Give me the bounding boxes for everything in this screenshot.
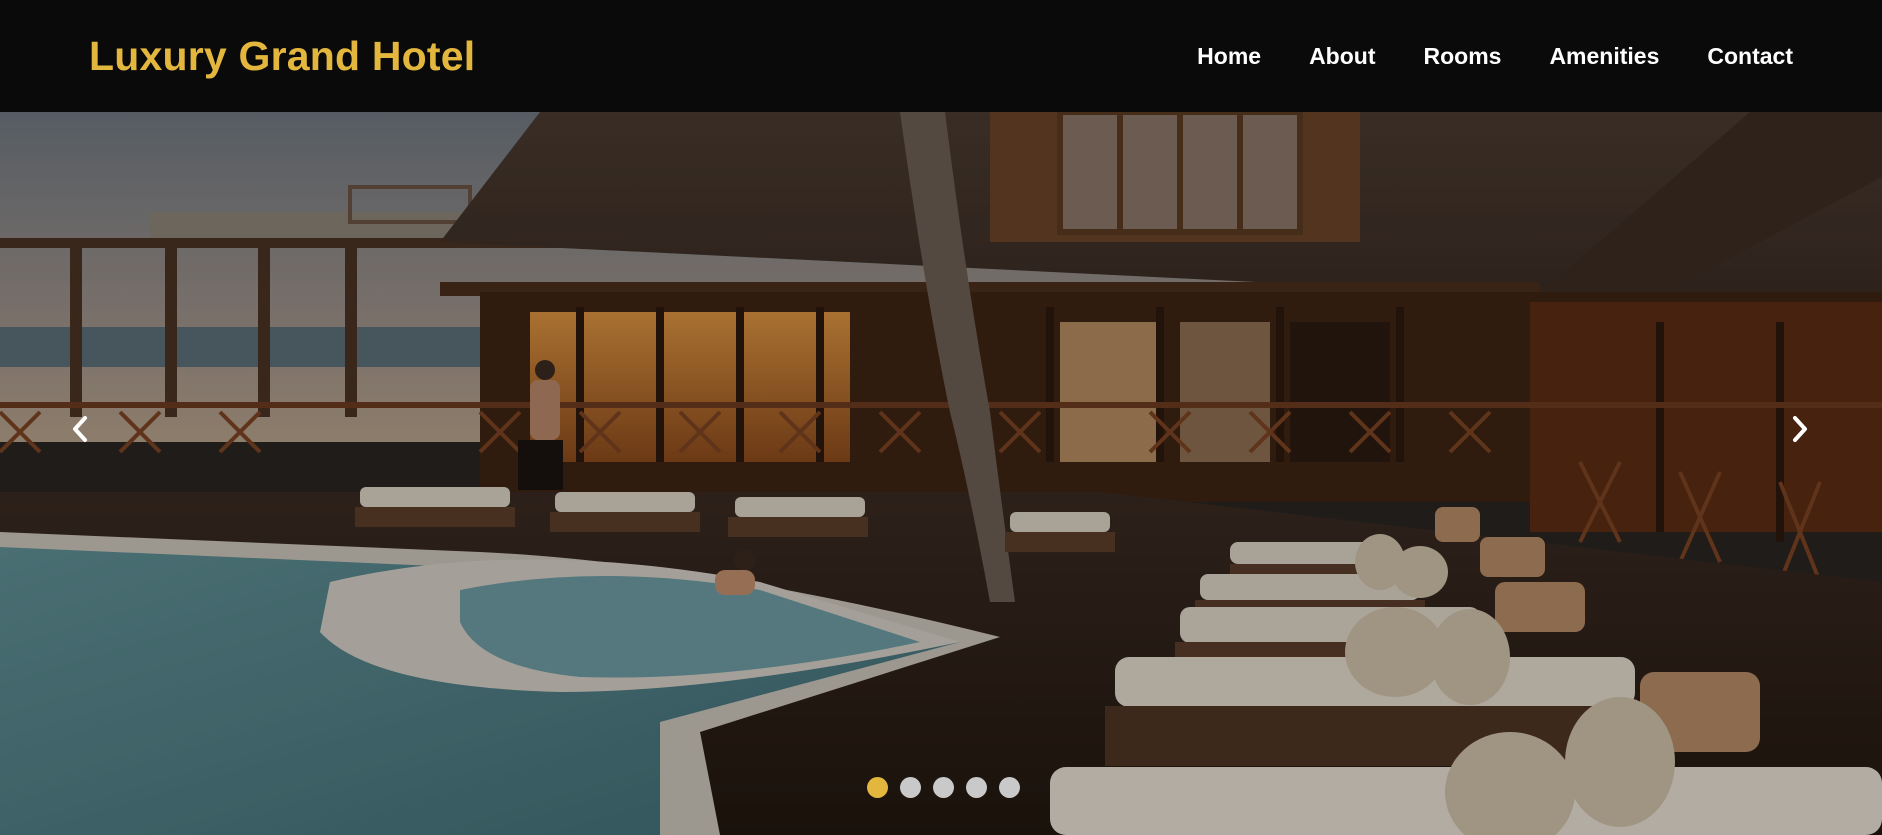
nav-link-contact[interactable]: Contact [1707, 43, 1793, 70]
main-nav: Home About Rooms Amenities Contact [1197, 43, 1793, 70]
nav-link-rooms[interactable]: Rooms [1423, 43, 1501, 70]
carousel-dot-5[interactable] [998, 777, 1020, 798]
carousel-prev-button[interactable] [60, 399, 100, 459]
carousel-next-button[interactable] [1780, 399, 1820, 459]
carousel-dot-3[interactable] [932, 777, 954, 798]
chevron-left-icon [73, 416, 87, 442]
nav-link-home[interactable]: Home [1197, 43, 1261, 70]
hero-overlay [0, 112, 1882, 835]
nav-link-about[interactable]: About [1309, 43, 1375, 70]
carousel-dot-2[interactable] [899, 777, 921, 798]
carousel-indicators [0, 777, 1882, 798]
site-logo-text[interactable]: Luxury Grand Hotel [89, 33, 475, 80]
hero-carousel [0, 112, 1882, 835]
carousel-dot-1[interactable] [866, 777, 888, 798]
carousel-dot-4[interactable] [965, 777, 987, 798]
site-header: Luxury Grand Hotel Home About Rooms Amen… [0, 0, 1882, 112]
chevron-right-icon [1793, 416, 1807, 442]
nav-link-amenities[interactable]: Amenities [1549, 43, 1659, 70]
